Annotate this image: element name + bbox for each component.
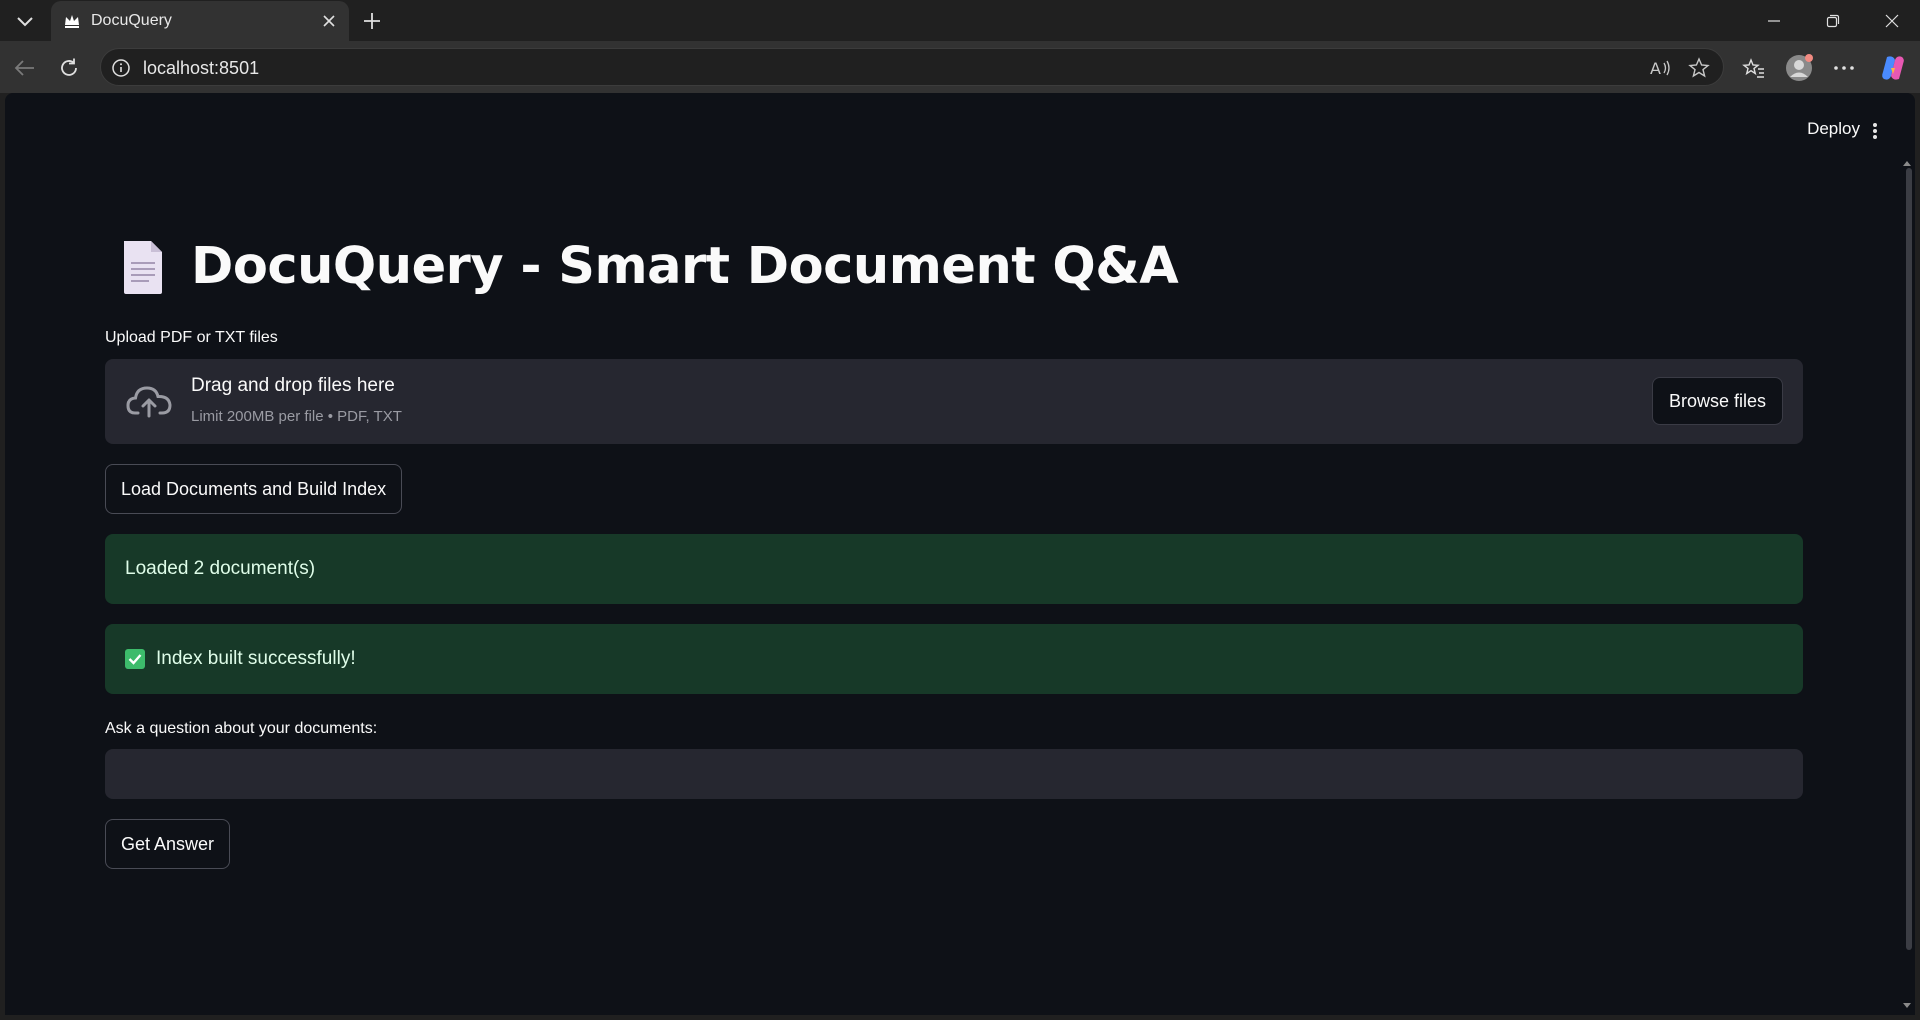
restore-window-button[interactable] — [1805, 0, 1861, 41]
scroll-up-arrow[interactable] — [1903, 161, 1911, 166]
chevron-down-icon — [17, 17, 33, 27]
profile-button[interactable] — [1782, 51, 1816, 85]
tab-docuquery[interactable]: DocuQuery — [51, 1, 349, 41]
browser-toolbar: localhost:8501 A — [0, 41, 1920, 93]
copilot-button[interactable] — [1876, 51, 1910, 85]
streamlit-crown-icon — [65, 15, 79, 28]
uploader-label: Upload PDF or TXT files — [105, 329, 278, 346]
browser-tab-bar: DocuQuery — [0, 0, 1920, 41]
minimize-window-button[interactable] — [1746, 0, 1802, 41]
cloud-upload-icon — [126, 386, 172, 418]
browse-files-button[interactable]: Browse files — [1652, 377, 1783, 425]
read-aloud-icon[interactable]: A — [1649, 57, 1673, 79]
title-row: DocuQuery - Smart Document Q&A — [121, 237, 1179, 296]
close-window-button[interactable] — [1864, 0, 1920, 41]
file-dropzone[interactable]: Drag and drop files here Limit 200MB per… — [105, 359, 1803, 444]
dropzone-subtitle: Limit 200MB per file • PDF, TXT — [191, 408, 402, 425]
alert-index-built: Index built successfully! — [105, 624, 1803, 694]
url-text[interactable]: localhost:8501 — [143, 58, 259, 79]
menu-dot — [1873, 129, 1877, 133]
back-button[interactable] — [8, 51, 42, 85]
alert-text: Loaded 2 document(s) — [125, 558, 316, 579]
question-input[interactable] — [105, 749, 1803, 799]
reload-button[interactable] — [52, 51, 86, 85]
svg-text:A: A — [1650, 59, 1661, 78]
plus-icon — [364, 13, 380, 29]
menu-dot — [1873, 135, 1877, 139]
dropzone-title: Drag and drop files here — [191, 375, 395, 396]
load-documents-button[interactable]: Load Documents and Build Index — [105, 464, 403, 514]
more-horizontal-icon — [1834, 66, 1854, 70]
deploy-button[interactable]: Deploy — [1807, 119, 1860, 139]
main-menu-button[interactable] — [1868, 121, 1882, 141]
favorite-star-icon[interactable] — [1687, 57, 1711, 79]
get-answer-button[interactable]: Get Answer — [105, 819, 231, 869]
tab-close-button[interactable] — [319, 11, 339, 31]
favorites-button[interactable] — [1737, 51, 1771, 85]
reload-icon — [61, 58, 77, 76]
app-viewport: Deploy DocuQuery - Smart Document Q&A Up… — [5, 93, 1915, 1015]
tab-title: DocuQuery — [91, 12, 172, 29]
new-tab-button[interactable] — [356, 6, 388, 36]
scroll-down-arrow[interactable] — [1903, 1003, 1911, 1008]
settings-more-button[interactable] — [1827, 51, 1861, 85]
address-bar[interactable]: localhost:8501 A — [100, 48, 1724, 86]
restore-icon — [1826, 14, 1840, 27]
info-icon[interactable] — [111, 58, 131, 78]
close-icon — [1885, 14, 1899, 27]
favorites-list-icon — [1742, 58, 1764, 78]
check-mark-icon — [125, 649, 145, 669]
scrollbar[interactable] — [1906, 168, 1912, 950]
copilot-icon — [1882, 56, 1904, 80]
alert-documents-loaded: Loaded 2 document(s) — [105, 534, 1803, 604]
close-icon — [323, 15, 335, 27]
minimize-icon — [1768, 19, 1780, 22]
tab-list-button[interactable] — [8, 6, 42, 36]
menu-dot — [1873, 123, 1877, 127]
question-label: Ask a question about your documents: — [105, 720, 378, 737]
alert-text: Index built successfully! — [156, 648, 356, 669]
avatar-icon — [1786, 54, 1813, 81]
page-facing-up-icon — [124, 240, 162, 294]
page-title: DocuQuery - Smart Document Q&A — [191, 237, 1179, 296]
arrow-left-icon — [14, 60, 34, 76]
